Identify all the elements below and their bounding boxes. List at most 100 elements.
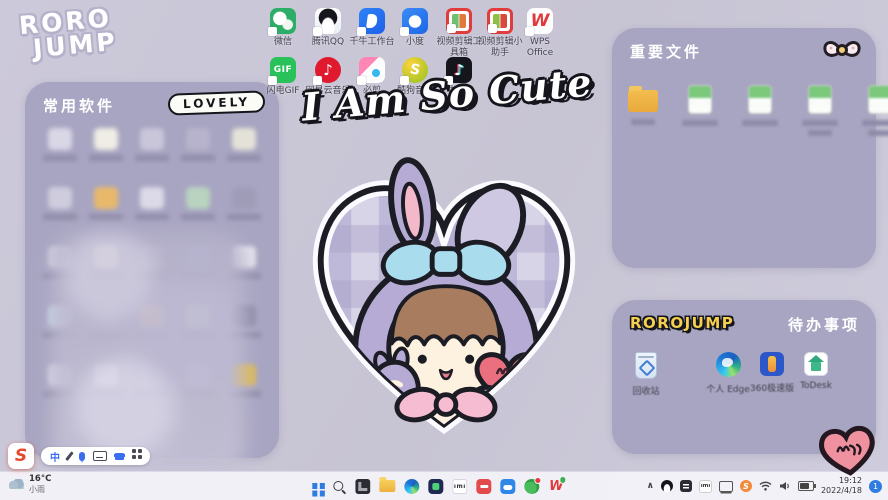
important-files-panel: 重要文件: [612, 28, 876, 268]
notification-dot: [534, 477, 542, 485]
wifi-icon[interactable]: [759, 481, 772, 491]
edge-browser-icon[interactable]: [716, 352, 741, 377]
desktop-icon[interactable]: 千牛工作台: [349, 8, 395, 48]
store-app-icon[interactable]: [428, 479, 443, 494]
spreadsheet-icon[interactable]: [809, 86, 831, 113]
edge-browser-icon[interactable]: [404, 479, 419, 494]
toolbox-icon[interactable]: [446, 8, 472, 34]
blurred-label: [862, 120, 888, 126]
blurred-app-icon[interactable]: [86, 187, 126, 220]
desktop-icon[interactable]: ToDesk: [788, 352, 844, 391]
wechat-icon[interactable]: [270, 8, 296, 34]
cloud-drive-icon[interactable]: [500, 479, 515, 494]
skin-icon[interactable]: [115, 453, 124, 460]
spreadsheet-icon[interactable]: [689, 86, 711, 113]
desktop-icon[interactable]: 小度: [392, 8, 438, 48]
blurred-region: [51, 232, 245, 476]
blurred-app-icon[interactable]: [40, 128, 80, 161]
360-app-icon[interactable]: [760, 352, 784, 376]
desktop-icon[interactable]: 微信: [260, 8, 306, 48]
imi-tray-icon[interactable]: ımı: [699, 480, 712, 493]
icon-label: 视频剪辑工具箱: [436, 37, 482, 59]
spreadsheet-icon[interactable]: [869, 86, 888, 113]
blurred-app-icon[interactable]: [132, 128, 172, 161]
imi-app-icon[interactable]: ımı: [452, 479, 467, 494]
bunny-heart-illustration: [296, 142, 592, 458]
wps-icon[interactable]: W: [527, 8, 553, 34]
weather-cloud-icon: [9, 479, 24, 489]
work-app-icon[interactable]: [359, 8, 385, 34]
music-app-tray-icon[interactable]: [680, 480, 692, 492]
ime-mode-button[interactable]: 中: [50, 449, 60, 464]
microphone-icon[interactable]: [79, 452, 85, 461]
todesk-icon[interactable]: [804, 352, 828, 376]
file-item[interactable]: [742, 86, 778, 126]
notification-count-badge[interactable]: 1: [869, 480, 882, 493]
chevron-up-icon[interactable]: ∧: [647, 481, 654, 491]
qq-icon[interactable]: [315, 8, 341, 34]
file-item[interactable]: [862, 86, 888, 136]
notebook-app-icon[interactable]: [355, 479, 370, 494]
xiaodu-icon[interactable]: [402, 8, 428, 34]
red-app-icon[interactable]: [476, 479, 491, 494]
start-button[interactable]: [308, 480, 321, 493]
blurred-app-icon[interactable]: [224, 187, 264, 220]
desktop-icon[interactable]: 回收站: [618, 352, 674, 397]
wps-glyph: W: [531, 11, 550, 31]
keyboard-icon[interactable]: [93, 451, 107, 461]
sogou-logo-icon[interactable]: S: [8, 443, 34, 469]
blurred-app-icon[interactable]: [86, 128, 126, 161]
desktop-icon[interactable]: W WPS Office: [517, 8, 563, 59]
file-item[interactable]: [628, 86, 658, 125]
folder-icon[interactable]: [628, 90, 658, 112]
heart-sticker: [813, 419, 884, 486]
blurred-label: [631, 119, 655, 125]
monitor-tray-icon[interactable]: [719, 481, 733, 492]
file-item[interactable]: [682, 86, 718, 126]
pen-icon[interactable]: [65, 451, 73, 460]
logo-line-2: JUMP: [32, 30, 119, 61]
gif-icon[interactable]: GIF: [270, 57, 296, 83]
weather-temperature: 16°C: [29, 475, 51, 485]
netease-music-icon[interactable]: ♪: [315, 57, 341, 83]
todo-panel-title: 待办事项: [788, 314, 860, 335]
qq-tray-icon[interactable]: [661, 480, 673, 492]
ime-buttons: 中: [41, 447, 150, 465]
files-panel-title: 重要文件: [630, 41, 702, 62]
sogou-tray-icon[interactable]: S: [740, 480, 752, 492]
toolbox-grid-icon[interactable]: [132, 449, 136, 453]
toolbox2-icon[interactable]: [487, 8, 513, 34]
blurred-app-icon[interactable]: [40, 187, 80, 220]
icon-label: WPS Office: [517, 37, 563, 59]
blurred-app-icon[interactable]: [224, 128, 264, 161]
icon-label: 小度: [406, 37, 424, 48]
blurred-label: [742, 120, 778, 126]
blurred-app-icon[interactable]: [178, 187, 218, 220]
icon-label: 腾讯QQ: [312, 37, 344, 48]
gif-glyph: GIF: [274, 65, 292, 75]
bunny-sticker: [296, 142, 592, 462]
wps-app-icon[interactable]: W: [548, 478, 564, 494]
blurred-label: [802, 120, 838, 126]
icon-label: 微信: [274, 37, 292, 48]
music-note-glyph: ♪: [323, 61, 333, 79]
blurred-label: [868, 130, 888, 136]
file-item[interactable]: [802, 86, 838, 136]
green-app-icon[interactable]: [524, 479, 539, 494]
desktop-icon[interactable]: 腾讯QQ: [305, 8, 351, 48]
notification-dot: [559, 476, 567, 484]
taskbar: 16°C 小雨 ımı W ∧ ımı S: [0, 471, 888, 500]
lovely-badge: LOVELY: [168, 90, 266, 115]
battery-icon[interactable]: [798, 481, 814, 491]
recycle-bin-icon[interactable]: [635, 352, 657, 379]
weather-widget[interactable]: 16°C 小雨: [9, 475, 51, 494]
spreadsheet-icon[interactable]: [749, 86, 771, 113]
desktop-icon[interactable]: 视频剪辑工具箱: [436, 8, 482, 59]
volume-icon[interactable]: [779, 481, 791, 491]
blurred-app-icon[interactable]: [178, 128, 218, 161]
search-button[interactable]: [330, 478, 346, 494]
icon-label: ToDesk: [800, 381, 832, 391]
desktop: RORO JUMP 常用软件 LOVELY 微信 腾讯QQ 千牛工作台 小度 视…: [0, 0, 888, 500]
blurred-app-icon[interactable]: [132, 187, 172, 220]
file-explorer-icon[interactable]: [379, 480, 395, 492]
